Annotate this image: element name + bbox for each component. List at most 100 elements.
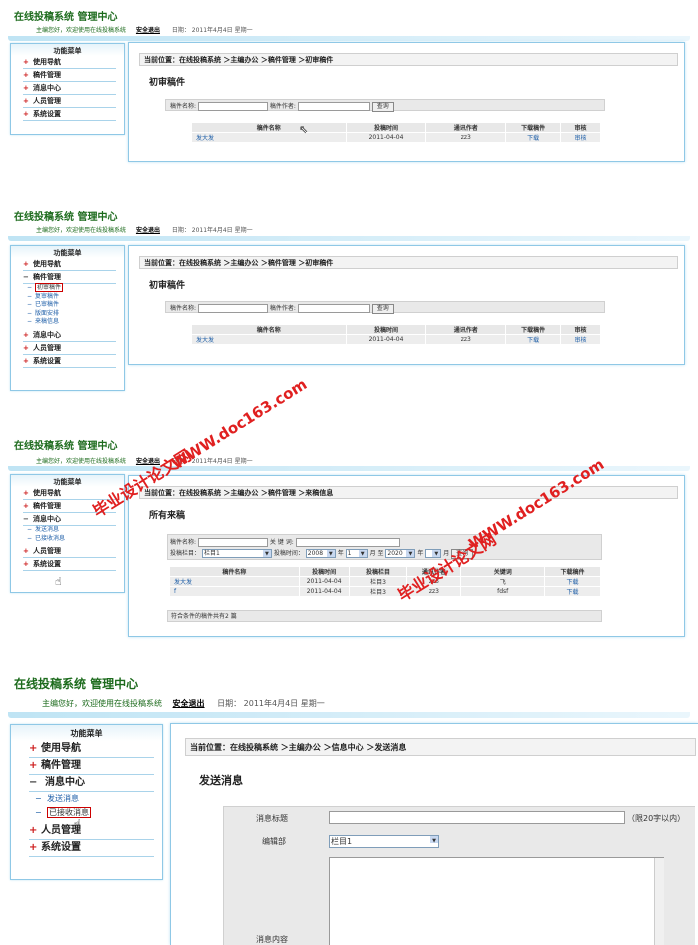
download-link[interactable]: 下载 [544, 576, 601, 587]
sidebar-item-manuscripts[interactable]: + 稿件管理 [23, 69, 116, 82]
plus-icon: + [23, 84, 29, 92]
column-select[interactable]: 栏目1 [201, 549, 272, 558]
incoming-table: 稿件名称 投稿时间 投稿栏目 通讯作者 关键词 下载稿件 发大发 2011-04… [169, 566, 601, 597]
sidebar-item-staff[interactable]: + 人员管理 [23, 342, 116, 355]
dash-icon: − [27, 526, 33, 533]
sidebar-item-guide[interactable]: + 使用导航 [23, 258, 116, 271]
col-header: 投稿时间 [345, 324, 427, 335]
table-row: f 2011-04-04 栏目3 zz3 fdsf 下载 [169, 586, 601, 597]
sidebar-item-messages[interactable]: − 消息中心 [29, 775, 154, 792]
col-header: 稿件名称 [191, 324, 347, 335]
sidebar-title: 功能菜单 [11, 246, 124, 258]
sidebar-item-settings[interactable]: + 系统设置 [29, 840, 154, 857]
header-band [8, 236, 690, 241]
minus-icon: − [29, 777, 38, 788]
col-header: 投稿时间 [298, 566, 350, 577]
review-link[interactable]: 审核 [560, 334, 601, 345]
manuscript-title-link[interactable]: f [169, 586, 300, 597]
minus-icon: − [23, 273, 29, 281]
sidebar-item-settings[interactable]: + 系统设置 [23, 355, 116, 368]
welcome-text: 主编您好，欢迎使用在线投稿系统 [36, 227, 127, 234]
screenshot-panel-4: 在线投稿系统 管理中心 主编您好，欢迎使用在线投稿系统 安全退出 日期： 201… [0, 665, 698, 945]
breadcrumb: 当前位置：在线投稿系统 ＞主编办公 ＞稿件管理 ＞来稿信息 [139, 486, 678, 499]
author-input[interactable] [297, 102, 370, 111]
review-link[interactable]: 审核 [560, 132, 601, 143]
page-title: 初审稿件 [149, 281, 186, 291]
sidebar-item-guide[interactable]: + 使用导航 [29, 741, 154, 758]
query-button[interactable]: 查询 [371, 303, 394, 314]
dept-label: 编辑部 [262, 837, 286, 846]
sidebar-item-manuscripts[interactable]: + 稿件管理 [29, 758, 154, 775]
download-link[interactable]: 下载 [505, 334, 562, 345]
query-button[interactable]: 查询 [371, 101, 394, 112]
search-box: 稿件名称: 稿件作者: 查询 [165, 99, 605, 112]
date-text: 日期： 2011年4月4日 星期一 [217, 699, 325, 708]
name-input[interactable] [197, 538, 268, 547]
manuscript-title-link[interactable]: 发大发 [169, 576, 300, 587]
subject-input[interactable] [329, 811, 625, 824]
manuscript-table: 稿件名称 投稿时间 通讯作者 下载稿件 审核 发大发 2011-04-04 zz… [191, 324, 601, 345]
page-title: 发送消息 [199, 774, 243, 787]
dash-icon: − [35, 794, 42, 803]
system-title: 在线投稿系统 管理中心 [14, 677, 139, 691]
search-box: 稿件名称: 稿件作者: 查询 [165, 301, 605, 314]
sidebar-item-staff[interactable]: + 人员管理 [23, 545, 116, 559]
header-band [8, 36, 690, 41]
sidebar-title: 功能菜单 [11, 44, 124, 56]
download-link[interactable]: 下载 [544, 586, 601, 597]
plus-icon: + [29, 760, 38, 771]
header-bar: 主编您好，欢迎使用在线投稿系统 安全退出 日期： 2011年4月4日 星期一 [36, 225, 253, 234]
message-form: 消息标题 （限20字以内） 编辑部 栏目1 消息内容 [223, 806, 695, 945]
col-header: 审核 [560, 324, 601, 335]
plus-icon: + [23, 110, 29, 118]
submenu-initial-review[interactable]: − 初审稿件 [27, 283, 124, 293]
scrollbar[interactable] [654, 858, 664, 945]
author-input[interactable] [297, 304, 370, 313]
submenu-reviewed[interactable]: − 已审稿件 [27, 301, 124, 310]
submenu-received-messages[interactable]: − 已接收消息 [27, 535, 124, 544]
date-text: 日期： 2011年4月4日 星期一 [171, 227, 253, 234]
dash-icon: − [35, 808, 42, 817]
sidebar-item-settings[interactable]: + 系统设置 [23, 108, 116, 121]
result-count: 符合条件的稿件共有2 篇 [167, 610, 602, 622]
year-from-select[interactable]: 2008 [305, 549, 336, 558]
dash-icon: − [27, 292, 33, 300]
system-title: 在线投稿系统 管理中心 [14, 212, 118, 223]
submenu-second-review[interactable]: − 复审稿件 [27, 293, 124, 302]
sidebar-item-settings[interactable]: + 系统设置 [23, 558, 116, 572]
col-header: 下载稿件 [505, 324, 562, 335]
name-input[interactable] [197, 102, 268, 111]
hand-cursor-icon: ☝ [55, 575, 62, 588]
manuscript-title-link[interactable]: 发大发 [191, 132, 347, 143]
content-textarea[interactable] [329, 857, 664, 945]
col-header: 投稿时间 [345, 122, 427, 133]
col-header: 下载稿件 [544, 566, 601, 577]
name-input[interactable] [197, 304, 268, 313]
month-from-select[interactable]: 1 [345, 549, 368, 558]
dash-icon: − [27, 284, 33, 291]
submenu-received-messages[interactable]: − 已接收消息 [35, 806, 162, 820]
keyword-input[interactable] [295, 538, 400, 547]
manuscript-title-link[interactable]: 发大发 [191, 334, 347, 345]
plus-icon: + [29, 743, 38, 754]
welcome-text: 主编您好，欢迎使用在线投稿系统 [36, 458, 127, 465]
table-row: 发大发 2011-04-04 zz3 下载 审核 [191, 132, 601, 143]
submenu-send-message[interactable]: − 发送消息 [27, 526, 124, 535]
logout-link[interactable]: 安全退出 [173, 699, 205, 708]
dept-select[interactable]: 栏目1 [329, 835, 439, 848]
plus-icon: + [29, 825, 38, 836]
sidebar-item-messages[interactable]: + 消息中心 [23, 329, 116, 342]
logout-link[interactable]: 安全退出 [136, 27, 160, 34]
hand-cursor-icon: ☝ [73, 817, 82, 833]
search-box: 稿件名称: 关 键 词: 投稿栏目： 栏目1 投稿时间： 2008 年 1 月 … [167, 534, 602, 560]
download-link[interactable]: 下载 [505, 132, 562, 143]
submenu-incoming[interactable]: − 来稿信息 [27, 318, 124, 327]
submenu-send-message[interactable]: − 发送消息 [35, 792, 162, 806]
logout-link[interactable]: 安全退出 [136, 227, 160, 234]
sidebar-item-staff[interactable]: + 人员管理 [29, 823, 154, 840]
sidebar-item-guide[interactable]: + 使用导航 [23, 56, 116, 69]
year-to-select[interactable]: 2020 [385, 549, 416, 558]
page-title: 所有来稿 [149, 511, 186, 521]
sidebar-item-messages[interactable]: + 消息中心 [23, 82, 116, 95]
sidebar-item-staff[interactable]: + 人员管理 [23, 95, 116, 108]
